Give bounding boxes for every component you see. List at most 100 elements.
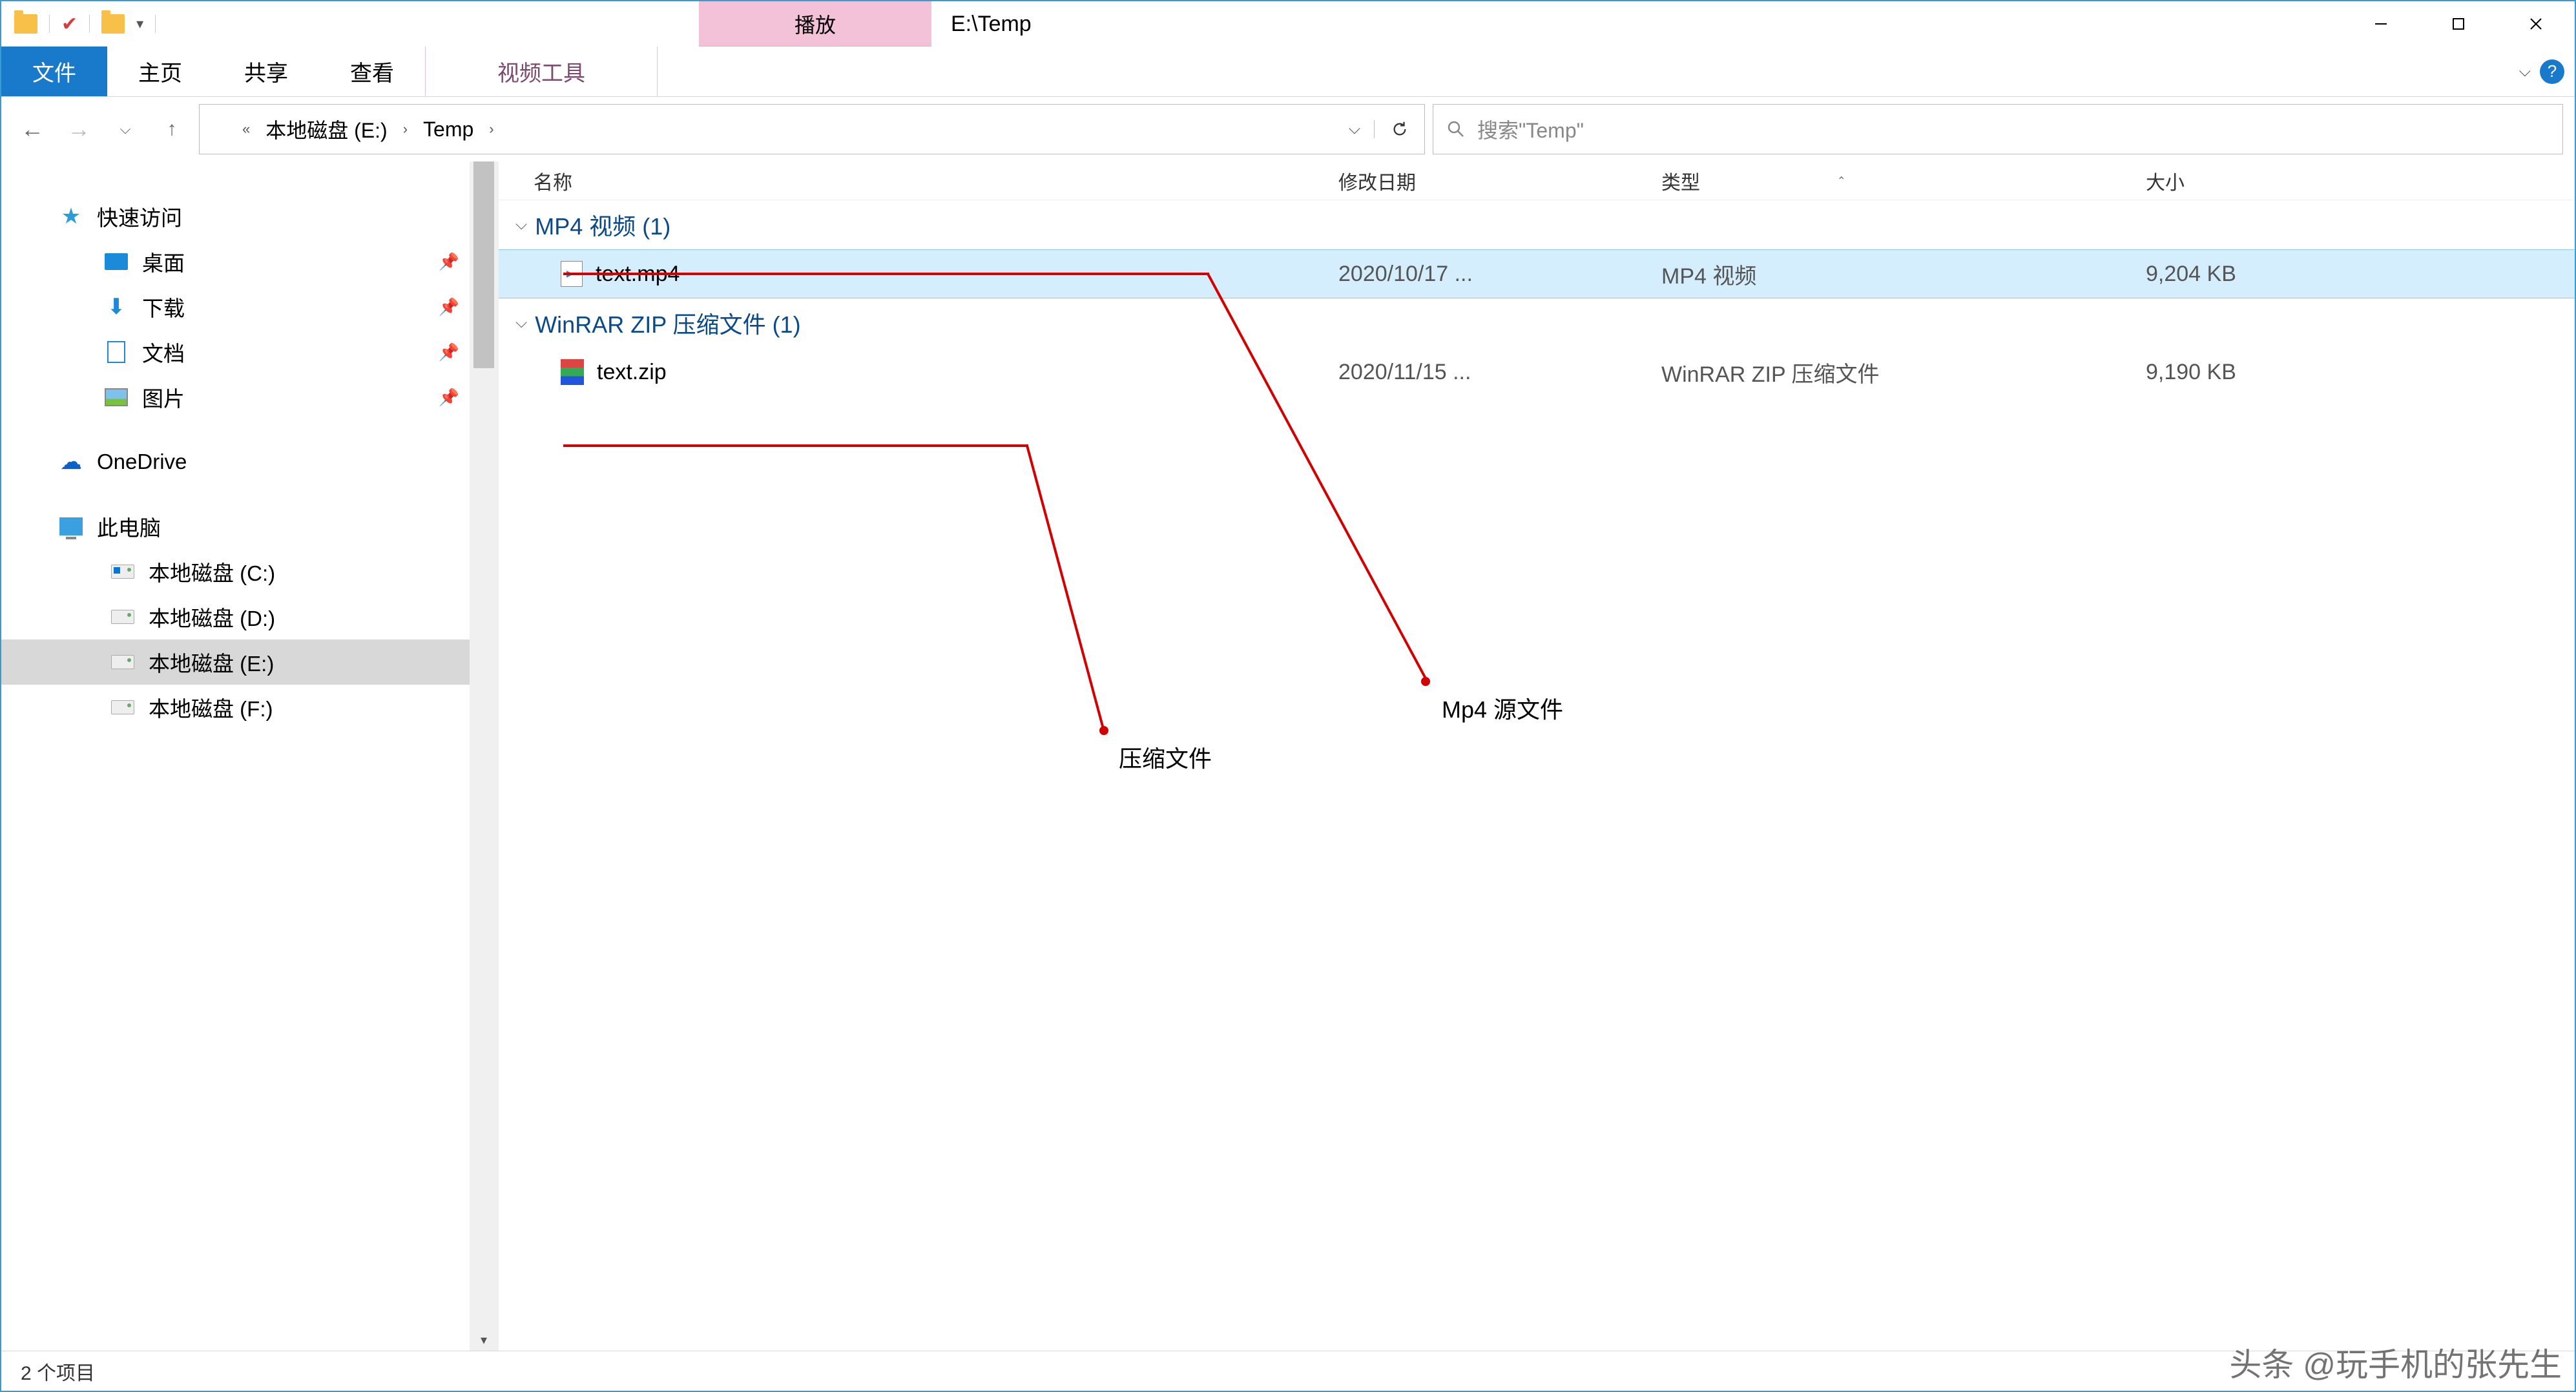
help-icon[interactable]: ? [2540,59,2564,84]
ribbon: 文件 主页 共享 查看 视频工具 ⌵ ? [1,47,2575,97]
breadcrumb-segment[interactable]: 本地磁盘 (E:) [265,114,387,144]
history-dropdown-icon[interactable]: ⌵ [106,110,145,149]
pin-icon: 📌 [439,342,459,362]
sidebar-item-drive-e[interactable]: 本地磁盘 (E:) [1,639,498,685]
annotation-line [563,273,1209,275]
annotation-dot [1099,726,1108,735]
separator [89,15,90,33]
sidebar-item-onedrive[interactable]: ☁ OneDrive [1,439,498,484]
scrollbar-thumb[interactable] [473,161,494,368]
sidebar-item-documents[interactable]: 文档 📌 [1,329,498,375]
group-header-zip[interactable]: ⌵ WinRAR ZIP 压缩文件 (1) [499,298,2575,348]
qat-dropdown-icon[interactable]: ▾ [136,16,143,32]
sidebar-item-this-pc[interactable]: 此电脑 [1,504,498,549]
ribbon-tab-share[interactable]: 共享 [213,47,319,96]
back-button[interactable]: ← [13,110,52,149]
address-dropdown-icon[interactable]: ⌵ [1335,120,1374,138]
sidebar-item-label: 文档 [142,337,185,368]
close-button[interactable] [2497,1,2575,47]
pictures-icon [105,388,128,406]
column-size[interactable]: 大小 [2146,167,2404,195]
chevron-down-icon: ⌵ [515,314,527,332]
file-name: text.zip [597,360,667,385]
chevron-right-icon[interactable]: › [485,121,497,138]
cloud-icon: ☁ [59,450,83,473]
search-input[interactable]: 搜索"Temp" [1433,104,2563,154]
ribbon-expand-icon[interactable]: ⌵ [2519,63,2531,81]
pin-icon: 📌 [439,297,459,317]
new-folder-icon[interactable] [101,14,125,34]
ribbon-tab-view[interactable]: 查看 [319,47,425,96]
file-row[interactable]: text.zip 2020/11/15 ... WinRAR ZIP 压缩文件 … [499,348,2575,397]
annotation-zip-label: 压缩文件 [1119,740,1212,774]
breadcrumb-segment[interactable]: Temp [423,118,473,141]
file-date: 2020/11/15 ... [1338,360,1661,385]
chevron-right-icon[interactable]: › [399,121,411,138]
sidebar-item-pictures[interactable]: 图片 📌 [1,375,498,420]
column-type[interactable]: 类型 ⌃ [1661,167,2146,195]
file-date: 2020/10/17 ... [1338,262,1661,287]
navigation-pane: ▴ ▾ ★ 快速访问 桌面 📌 ⬇ 下载 📌 文档 📌 [1,161,499,1351]
sidebar-item-drive-c[interactable]: 本地磁盘 (C:) [1,549,498,594]
ribbon-tab-home[interactable]: 主页 [107,47,213,96]
minimize-button[interactable] [2342,1,2420,47]
sidebar-item-label: 桌面 [142,246,185,277]
maximize-button[interactable] [2420,1,2497,47]
navigation-bar: ← → ⌵ ↑ « 本地磁盘 (E:) › Temp › ⌵ 搜索"Temp" [1,97,2575,161]
folder-icon [14,14,37,34]
sort-ascending-icon: ⌃ [1837,174,1845,187]
forward-button[interactable]: → [59,110,98,149]
column-type-label: 类型 [1661,167,1700,195]
file-size: 9,204 KB [2146,262,2404,287]
up-button[interactable]: ↑ [152,110,191,149]
sidebar-item-desktop[interactable]: 桌面 📌 [1,239,498,284]
group-label: MP4 视频 (1) [535,208,670,242]
search-icon [1446,119,1466,139]
file-type: WinRAR ZIP 压缩文件 [1661,357,2146,388]
sidebar-item-downloads[interactable]: ⬇ 下载 📌 [1,284,498,329]
sidebar-item-quick-access[interactable]: ★ 快速访问 [1,194,498,239]
address-bar[interactable]: « 本地磁盘 (E:) › Temp › ⌵ [199,104,1425,154]
chevron-down-icon: ⌵ [515,216,527,234]
sidebar-scrollbar[interactable]: ▴ ▾ [470,161,498,1351]
sidebar-item-label: 本地磁盘 (E:) [149,647,274,678]
separator [155,15,156,33]
titlebar: ✔ ▾ 播放 E:\Temp [1,1,2575,47]
explorer-window: ✔ ▾ 播放 E:\Temp 文件 主页 共享 查看 视频工具 ⌵ ? ← → … [0,0,2576,1392]
sidebar-item-label: 快速访问 [97,201,182,232]
ribbon-file-tab[interactable]: 文件 [1,47,107,96]
drive-icon [111,655,134,669]
group-label: WinRAR ZIP 压缩文件 (1) [535,306,800,340]
file-size: 9,190 KB [2146,360,2404,385]
scroll-down-icon[interactable]: ▾ [470,1332,498,1348]
status-bar: 2 个项目 [1,1351,2575,1391]
sidebar-item-label: 本地磁盘 (D:) [149,601,275,632]
sidebar-item-label: 图片 [142,382,185,413]
file-list: 名称 修改日期 类型 ⌃ 大小 ⌵ MP4 视频 (1) text.mp4 20… [499,161,2575,1351]
sidebar-item-drive-d[interactable]: 本地磁盘 (D:) [1,594,498,639]
drive-icon [111,565,134,579]
column-date[interactable]: 修改日期 [1338,167,1661,195]
properties-icon[interactable]: ✔ [61,13,78,36]
sidebar-item-label: 此电脑 [97,511,161,542]
quick-access-toolbar: ✔ ▾ [1,1,699,47]
column-headers: 名称 修改日期 类型 ⌃ 大小 [499,161,2575,200]
annotation-dot [1421,677,1430,686]
breadcrumb-prefix: « [238,121,254,138]
sidebar-item-drive-f[interactable]: 本地磁盘 (F:) [1,685,498,730]
search-placeholder: 搜索"Temp" [1477,114,1584,144]
ribbon-tab-video-tools[interactable]: 视频工具 [425,47,658,96]
refresh-button[interactable] [1374,120,1424,138]
column-name[interactable]: 名称 [499,167,1338,195]
annotation-mp4-label: Mp4 源文件 [1442,691,1563,725]
breadcrumb[interactable]: « 本地磁盘 (E:) › Temp › [200,114,1335,144]
body: ▴ ▾ ★ 快速访问 桌面 📌 ⬇ 下载 📌 文档 📌 [1,161,2575,1351]
sidebar-item-label: OneDrive [97,450,187,474]
context-tab-play[interactable]: 播放 [699,1,931,47]
star-icon: ★ [59,205,83,228]
download-icon: ⬇ [105,295,128,318]
sidebar-item-label: 下载 [142,291,185,322]
group-header-mp4[interactable]: ⌵ MP4 视频 (1) [499,200,2575,249]
pin-icon: 📌 [439,252,459,272]
window-title: E:\Temp [931,1,2342,47]
